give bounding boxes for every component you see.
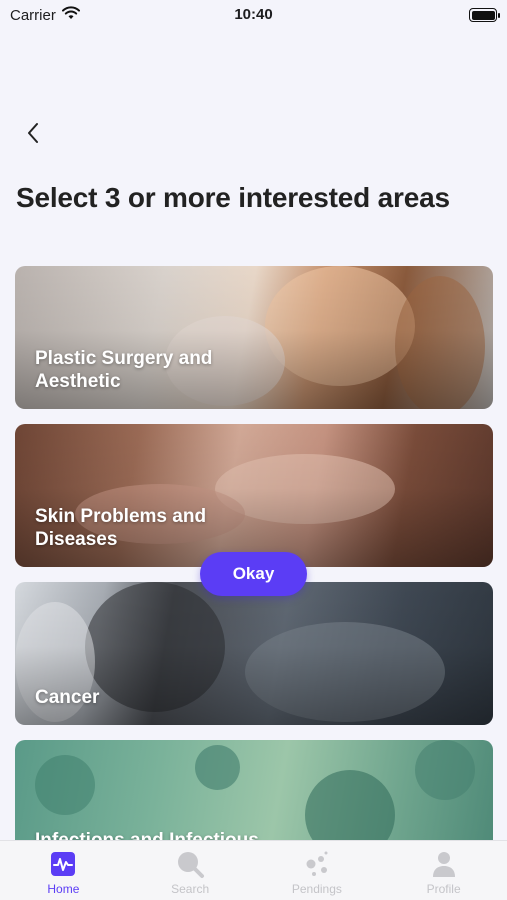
okay-button[interactable]: Okay (200, 552, 307, 596)
area-card-skin-problems[interactable]: Skin Problems and Diseases (15, 424, 493, 567)
tab-bar: Home Search Pendings Profile (0, 840, 507, 900)
tab-label: Profile (426, 882, 461, 896)
tab-label: Pendings (291, 882, 342, 896)
status-bar: Carrier 10:40 (0, 0, 507, 30)
area-label: Plastic Surgery and Aesthetic (35, 348, 213, 392)
search-icon (175, 849, 205, 879)
back-button[interactable] (18, 118, 48, 148)
clock: 10:40 (234, 6, 273, 23)
person-icon (429, 849, 459, 879)
area-card-infections[interactable]: Infections and Infectious (15, 740, 493, 850)
tab-search[interactable]: Search (127, 841, 254, 900)
area-label: Skin Problems and Diseases (35, 506, 207, 550)
area-card-cancer[interactable]: Cancer (15, 582, 493, 725)
chevron-left-icon (28, 123, 38, 143)
tab-home[interactable]: Home (0, 841, 127, 900)
battery-icon (469, 8, 500, 22)
tab-label: Home (47, 882, 80, 896)
page-title: Select 3 or more interested areas (16, 182, 450, 213)
activity-icon (48, 849, 78, 879)
tab-pendings[interactable]: Pendings (254, 841, 381, 900)
tab-profile[interactable]: Profile (380, 841, 507, 900)
tab-label: Search (171, 882, 210, 896)
area-card-plastic-surgery[interactable]: Plastic Surgery and Aesthetic (15, 266, 493, 409)
area-label: Cancer (35, 687, 100, 708)
dots-icon (302, 849, 332, 879)
